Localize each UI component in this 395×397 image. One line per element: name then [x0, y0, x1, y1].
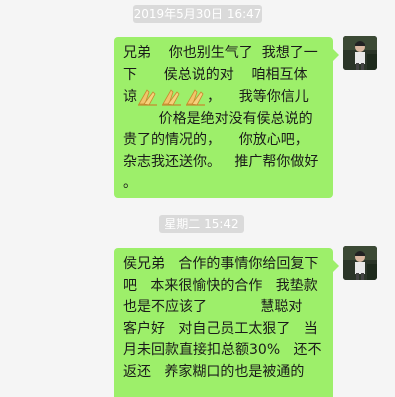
message-line: 杂志我还送你。 推广帮你做好	[123, 153, 319, 170]
avatar-photo-icon	[343, 246, 377, 280]
message-bubble[interactable]: 侯兄弟 合作的事情你给回复下 吧 本来很愉快的合作 我垫款 也是不应该了 慧聪对…	[114, 248, 339, 397]
avatar[interactable]	[343, 36, 377, 70]
message-line: 贵了的情况的， 你放心吧，	[123, 132, 309, 148]
avatar[interactable]	[343, 246, 377, 280]
message-line: 兄弟 你也别生气了 我想了一	[123, 45, 318, 61]
message-line: 返还 养家糊口的也是被通的	[123, 363, 305, 380]
message-line: 也是不应该了 慧聪对	[123, 299, 303, 315]
message-line: 价格是绝对没有侯总说的	[123, 110, 313, 127]
folded-hands-icon	[186, 89, 205, 106]
message-line: 下 侯总说的对 咱相互体	[123, 66, 308, 83]
message-line: 月未回款直接扣总额30% 还不	[123, 342, 322, 358]
folded-hands-icon	[162, 89, 181, 106]
avatar-photo-icon	[343, 36, 377, 70]
emoji-group	[137, 86, 207, 108]
message-bubble[interactable]: 兄弟 你也别生气了 我想了一 下 侯总说的对 咱相互体 谅， 我等你信儿 价格是…	[114, 37, 339, 198]
timestamp: 2019年5月30日 16:47	[133, 5, 262, 23]
message-line: 客户好 对自己员工太狠了 当	[123, 320, 318, 337]
message-line: 吧 本来很愉快的合作 我垫款	[123, 277, 318, 294]
folded-hands-icon	[138, 89, 157, 106]
message-line-with-emoji: 谅， 我等你信儿	[123, 86, 323, 109]
message-line: 侯兄弟 合作的事情你给回复下	[123, 256, 319, 272]
message-line: 。	[123, 175, 137, 191]
timestamp: 星期二 15:42	[159, 215, 244, 233]
